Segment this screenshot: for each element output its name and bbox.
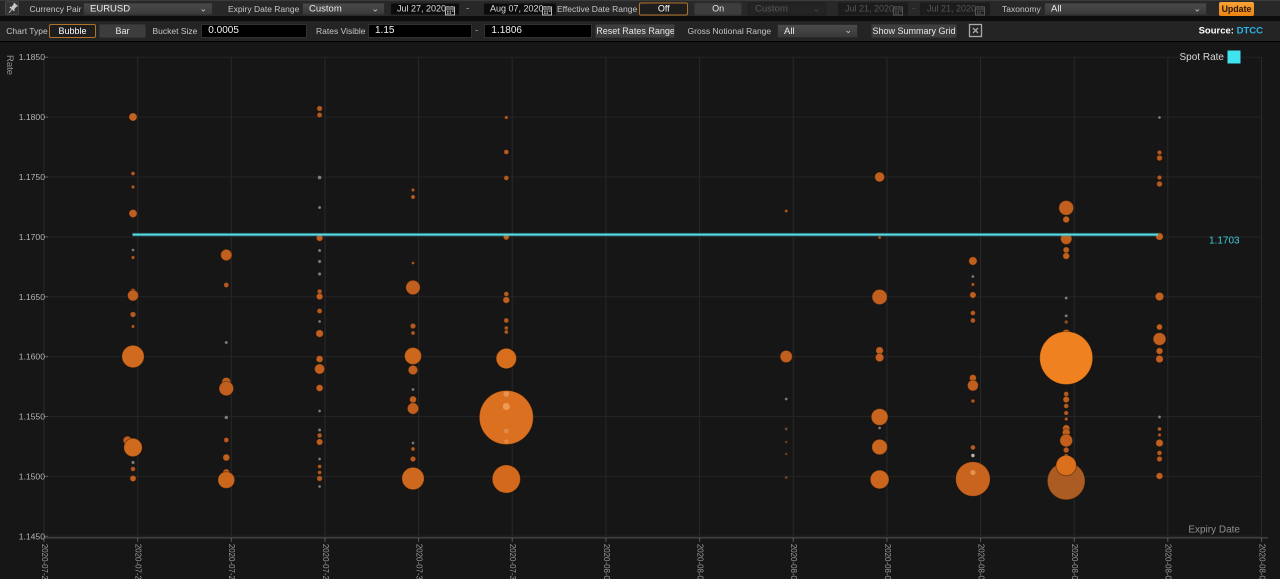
svg-text:1.1450: 1.1450 bbox=[19, 531, 46, 541]
svg-text:2020-08-05: 2020-08-05 bbox=[976, 544, 985, 579]
svg-text:2020-07-30: 2020-07-30 bbox=[415, 544, 424, 579]
svg-text:1.1550: 1.1550 bbox=[19, 412, 46, 422]
svg-text:2020-07-29: 2020-07-29 bbox=[321, 544, 330, 579]
svg-text:2020-08-02: 2020-08-02 bbox=[696, 544, 705, 579]
svg-text:2020-08-01: 2020-08-01 bbox=[602, 544, 611, 579]
svg-text:1.1650: 1.1650 bbox=[19, 292, 46, 302]
svg-text:2020-08-06: 2020-08-06 bbox=[1070, 544, 1079, 579]
svg-text:2020-07-27: 2020-07-27 bbox=[134, 544, 143, 579]
svg-text:1.1500: 1.1500 bbox=[19, 471, 46, 481]
svg-text:2020-08-03: 2020-08-03 bbox=[789, 544, 798, 579]
svg-text:2020-08-04: 2020-08-04 bbox=[883, 544, 892, 579]
svg-text:1.1600: 1.1600 bbox=[19, 352, 46, 362]
svg-text:Expiry Date: Expiry Date bbox=[1188, 525, 1240, 536]
svg-text:2020-07-26: 2020-07-26 bbox=[40, 544, 49, 579]
svg-text:2020-07-31: 2020-07-31 bbox=[508, 544, 517, 579]
svg-text:Spot Rate: Spot Rate bbox=[1180, 52, 1225, 63]
svg-text:1.1750: 1.1750 bbox=[19, 172, 46, 182]
svg-text:2020-07-28: 2020-07-28 bbox=[227, 544, 236, 579]
svg-text:Rate: Rate bbox=[4, 55, 15, 75]
svg-text:1.1703: 1.1703 bbox=[1209, 236, 1240, 247]
svg-text:2020-08-08: 2020-08-08 bbox=[1257, 544, 1266, 579]
svg-text:1.1800: 1.1800 bbox=[19, 112, 46, 122]
svg-text:1.1850: 1.1850 bbox=[19, 52, 46, 62]
svg-text:2020-08-07: 2020-08-07 bbox=[1164, 544, 1173, 579]
svg-text:1.1700: 1.1700 bbox=[19, 232, 46, 242]
